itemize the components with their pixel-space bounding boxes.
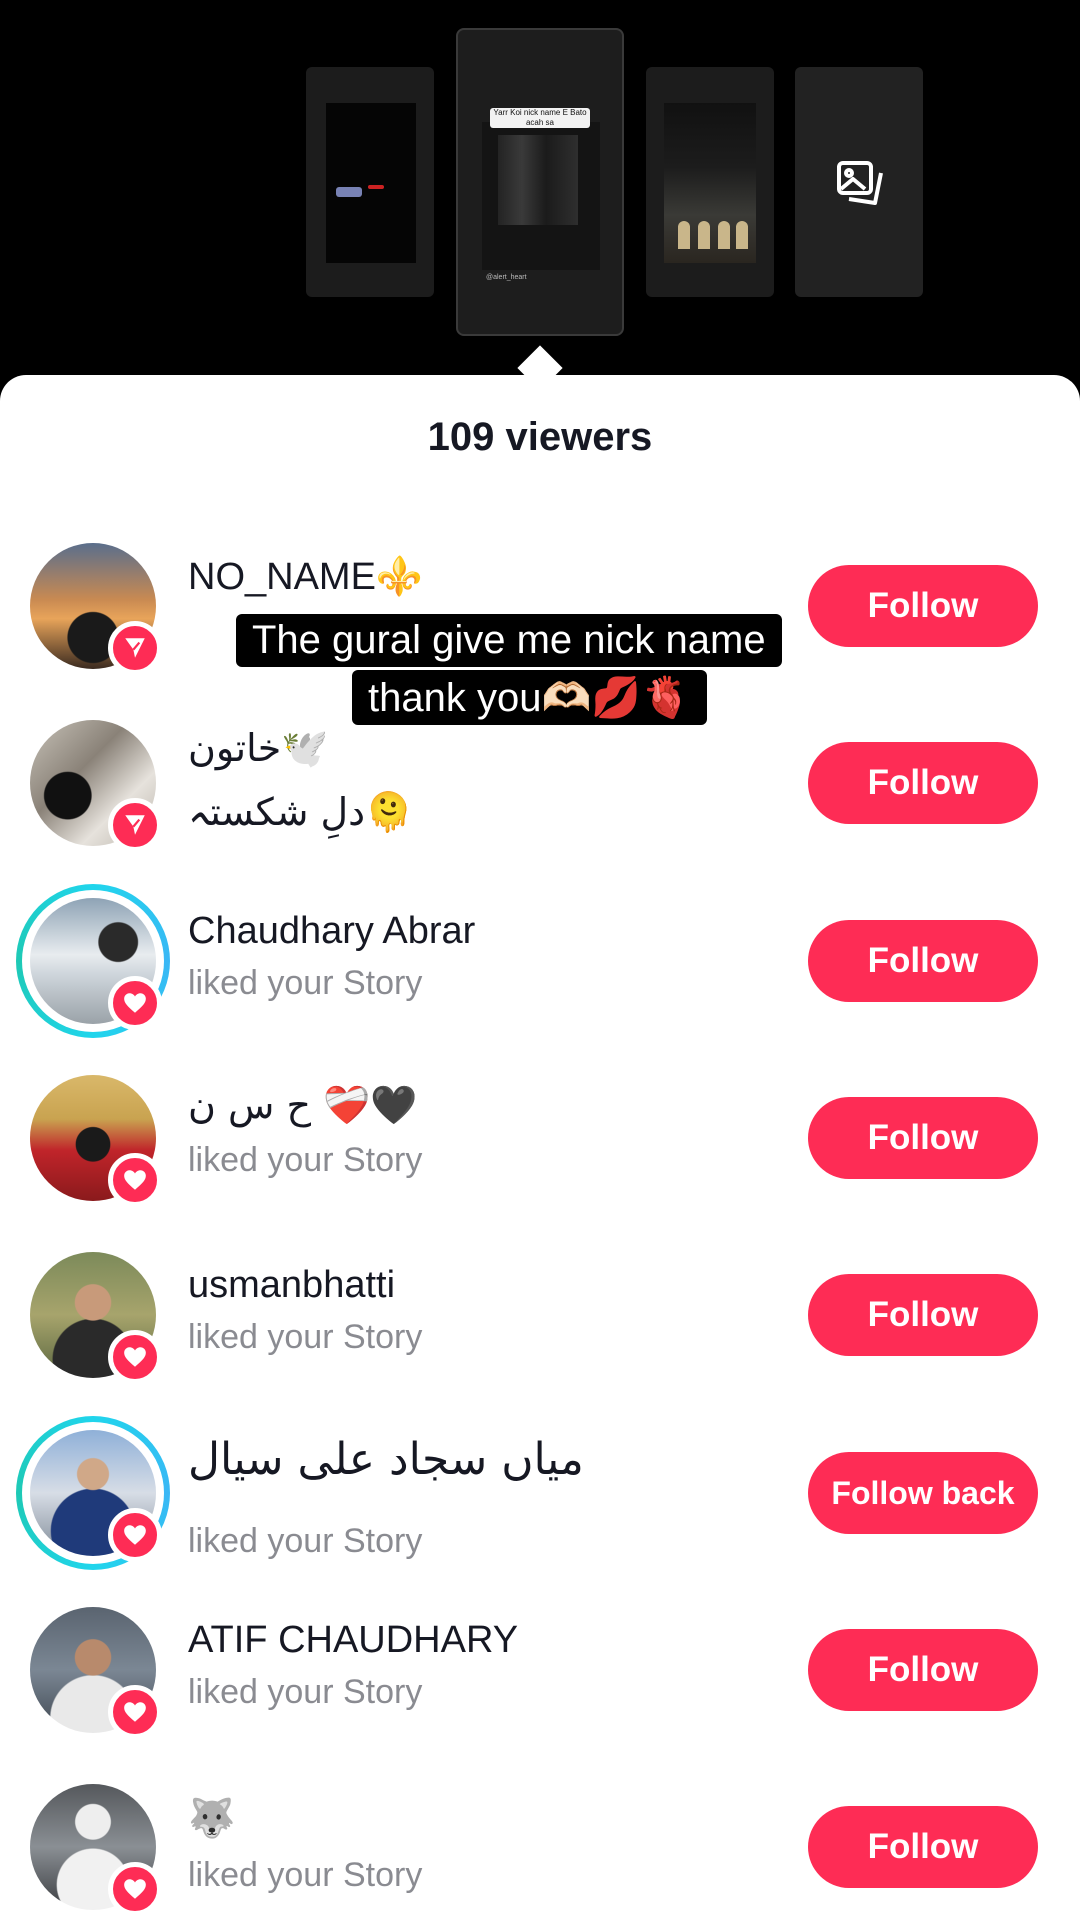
viewers-sheet: 109 viewers NO_NAME⚜️ Follow خاتون🕊️ دلِ…: [0, 375, 1080, 1920]
story-light: [368, 185, 384, 189]
viewer-subtitle: liked your Story: [188, 1522, 423, 1560]
story-caption: Yarr Koi nick name E Bato acah sa: [490, 108, 590, 128]
heart-icon: [108, 1153, 162, 1207]
heart-icon: [108, 976, 162, 1030]
follow-button[interactable]: Follow: [808, 1806, 1038, 1888]
viewer-name: 🐺: [188, 1796, 236, 1840]
avatar[interactable]: [16, 1416, 170, 1570]
story-image-curtain: [498, 135, 578, 225]
viewer-row[interactable]: ح س ن ❤️‍🩹🖤 liked your Story Follow: [0, 1075, 1080, 1253]
story-thumbnail-1[interactable]: [306, 67, 434, 297]
viewer-subtitle: liked your Story: [188, 1673, 423, 1711]
caption-overlay-line-1: The gural give me nick name: [236, 614, 782, 667]
caption-overlay-line-2: thank you🫶🏻💋🫀: [352, 670, 707, 725]
follow-button[interactable]: Follow: [808, 920, 1038, 1002]
viewer-row[interactable]: میاں سجاد علی سیال liked your Story Foll…: [0, 1416, 1080, 1608]
follow-back-button[interactable]: Follow back: [808, 1452, 1038, 1534]
viewer-name: خاتون🕊️: [188, 726, 329, 770]
viewer-name: ح س ن ❤️‍🩹🖤: [188, 1083, 418, 1127]
heart-icon: [108, 1862, 162, 1916]
viewer-name: Chaudhary Abrar: [188, 910, 476, 952]
avatar[interactable]: [30, 543, 162, 675]
avatar[interactable]: [30, 1252, 162, 1384]
avatar[interactable]: [30, 1075, 162, 1207]
follow-button[interactable]: Follow: [808, 1097, 1038, 1179]
viewer-row[interactable]: usmanbhatti liked your Story Follow: [0, 1252, 1080, 1430]
viewer-subtitle: liked your Story: [188, 1318, 423, 1356]
viewer-row[interactable]: ATIF CHAUDHARY liked your Story Follow: [0, 1607, 1080, 1785]
send-icon: [108, 798, 162, 852]
viewers-count-title: 109 viewers: [427, 415, 653, 459]
follow-button[interactable]: Follow: [808, 1629, 1038, 1711]
send-icon: [108, 621, 162, 675]
story-arch: [718, 221, 730, 249]
viewer-subtitle: دلِ شکستہ🫠: [188, 790, 413, 834]
story-arch: [698, 221, 710, 249]
viewer-name: ATIF CHAUDHARY: [188, 1619, 519, 1661]
gallery-icon: [837, 161, 883, 205]
follow-button[interactable]: Follow: [808, 1274, 1038, 1356]
story-light: [336, 187, 362, 197]
viewer-row[interactable]: 🐺 liked your Story Follow: [0, 1784, 1080, 1920]
viewer-subtitle: liked your Story: [188, 1141, 423, 1179]
story-arch: [736, 221, 748, 249]
story-tag: @alert_heart: [486, 274, 527, 281]
avatar[interactable]: [30, 720, 162, 852]
viewer-name: usmanbhatti: [188, 1264, 396, 1306]
viewer-row[interactable]: Chaudhary Abrar liked your Story Follow: [0, 884, 1080, 1076]
follow-button[interactable]: Follow: [808, 742, 1038, 824]
story-thumbnail-3[interactable]: [646, 67, 774, 297]
viewer-subtitle: liked your Story: [188, 964, 423, 1002]
viewer-subtitle: liked your Story: [188, 1856, 423, 1894]
heart-icon: [108, 1508, 162, 1562]
story-thumbnail-selected[interactable]: Yarr Koi nick name E Bato acah sa @alert…: [456, 28, 624, 336]
viewer-name: NO_NAME⚜️: [188, 556, 424, 598]
story-image: [664, 103, 756, 263]
avatar[interactable]: [30, 1784, 162, 1916]
story-arch: [678, 221, 690, 249]
viewer-row[interactable]: خاتون🕊️ دلِ شکستہ🫠 Follow: [0, 720, 1080, 898]
avatar[interactable]: [30, 1607, 162, 1739]
story-thumbnail-strip: Yarr Koi nick name E Bato acah sa @alert…: [0, 0, 1080, 391]
heart-icon: [108, 1330, 162, 1384]
avatar[interactable]: [16, 884, 170, 1038]
follow-button[interactable]: Follow: [808, 565, 1038, 647]
heart-icon: [108, 1685, 162, 1739]
story-image: [326, 103, 416, 263]
viewer-name: میاں سجاد علی سیال: [188, 1434, 584, 1485]
add-from-gallery-button[interactable]: [795, 67, 923, 297]
